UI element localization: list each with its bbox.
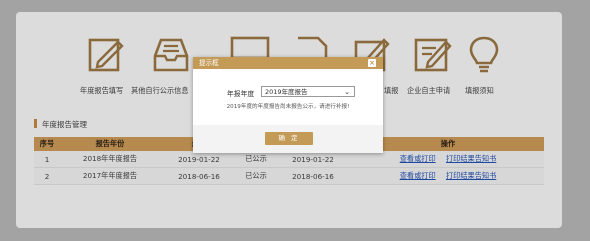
col-header-year: 报告年份 [60, 137, 160, 151]
prompt-dialog: 提示框 × 年报年度 2019年度报告 ⌄ 2019年度的年度报告尚未报告公示，… [193, 57, 383, 153]
table-row: 2 2017年年度报告 2018-06-16 已公示 2018-06-16 查看… [34, 167, 544, 185]
confirm-button[interactable]: 确 定 [265, 132, 313, 145]
col-header-no: 序号 [34, 137, 60, 151]
chevron-down-icon: ⌄ [344, 88, 350, 96]
cell-date1: 2019-01-22 [160, 151, 238, 168]
dialog-title: 提示框 [199, 59, 219, 67]
cell-no: 1 [34, 151, 60, 168]
close-icon[interactable]: × [368, 59, 376, 67]
year-select-value: 2019年度报告 [265, 88, 308, 96]
cell-status: 已公示 [238, 151, 274, 168]
cell-actions: 查看或打印 打印结果告知书 [352, 151, 544, 168]
view-print-link[interactable]: 查看或打印 [400, 171, 436, 180]
icon-label-6[interactable]: 企业自主申请 [407, 86, 450, 96]
icon-label-7[interactable]: 填报须知 [465, 86, 494, 96]
year-label: 年报年度 [227, 90, 255, 98]
table-row: 1 2018年年度报告 2019-01-22 已公示 2019-01-22 查看… [34, 151, 544, 168]
cell-date2: 2018-06-16 [274, 167, 352, 185]
dialog-footer: 确 定 [193, 125, 383, 153]
dialog-header: 提示框 × [193, 57, 383, 69]
report-edit-icon-2[interactable] [410, 30, 458, 78]
cell-date2: 2019-01-22 [274, 151, 352, 168]
report-edit-icon[interactable] [84, 30, 132, 78]
cell-actions: 查看或打印 打印结果告知书 [352, 167, 544, 185]
icon-label-2[interactable]: 其他自行公示信息 [131, 86, 189, 96]
print-notice-link[interactable]: 打印结果告知书 [446, 171, 496, 180]
cell-date1: 2018-06-16 [160, 167, 238, 185]
cell-no: 2 [34, 167, 60, 185]
icon-label-5[interactable]: 填报 [384, 86, 398, 96]
dialog-body: 年报年度 2019年度报告 ⌄ 2019年度的年度报告尚未报告公示，请进行补报! [193, 69, 383, 125]
cell-year: 2018年年度报告 [60, 151, 160, 168]
lightbulb-icon[interactable] [460, 30, 508, 78]
inbox-tray-icon[interactable] [147, 30, 195, 78]
view-print-link[interactable]: 查看或打印 [400, 154, 436, 163]
cell-status: 已公示 [238, 167, 274, 185]
print-notice-link[interactable]: 打印结果告知书 [446, 154, 496, 163]
dialog-notice: 2019年度的年度报告尚未报告公示，请进行补报! [226, 104, 350, 110]
section-title: 年度报告管理 [42, 120, 87, 129]
section-marker [34, 119, 37, 128]
cell-year: 2017年年度报告 [60, 167, 160, 185]
icon-label-1[interactable]: 年度报告填写 [80, 86, 123, 96]
year-select[interactable]: 2019年度报告 ⌄ [261, 86, 355, 97]
